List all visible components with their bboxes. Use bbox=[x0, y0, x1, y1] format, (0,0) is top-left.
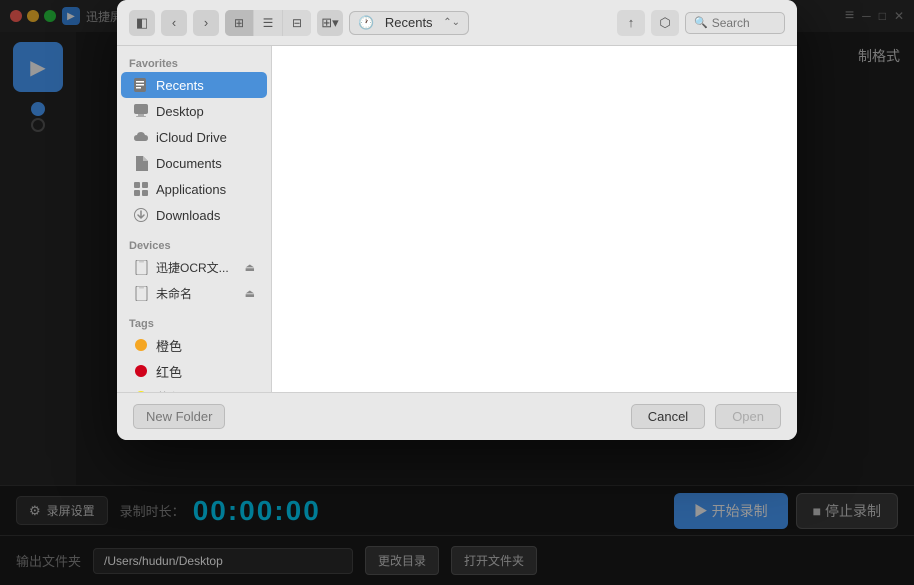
sidebar-item-desktop[interactable]: Desktop bbox=[121, 98, 267, 124]
device-icon-2 bbox=[133, 285, 149, 301]
sidebar-item-documents[interactable]: Documents bbox=[121, 150, 267, 176]
sidebar-item-tag-red[interactable]: 红色 bbox=[121, 358, 267, 384]
sidebar-item-applications[interactable]: Applications bbox=[121, 176, 267, 202]
location-bar[interactable]: 🕐 Recents ⌃⌄ bbox=[349, 11, 469, 35]
sidebar-toggle-icon: ◧ bbox=[136, 15, 148, 31]
share-button[interactable]: ↑ bbox=[617, 10, 645, 36]
tag-button[interactable]: ⬡ bbox=[651, 10, 679, 36]
sidebar-toggle-button[interactable]: ◧ bbox=[129, 10, 155, 36]
search-input[interactable] bbox=[712, 16, 782, 30]
sidebar-item-tag-yellow[interactable]: 黄色 bbox=[121, 384, 267, 392]
share-icon: ↑ bbox=[628, 15, 635, 30]
view-mode-group: ⊞ ☰ ⊟ bbox=[225, 10, 311, 36]
location-chevron-icon: ⌃⌄ bbox=[443, 17, 460, 28]
device-label-2: 未命名 bbox=[156, 285, 192, 302]
tag-icon: ⬡ bbox=[659, 15, 670, 31]
sidebar-item-downloads[interactable]: Downloads bbox=[121, 202, 267, 228]
search-box: 🔍 bbox=[685, 12, 785, 34]
sidebar-item-tag-orange[interactable]: 橙色 bbox=[121, 332, 267, 358]
grid-icon: ⊞ bbox=[234, 16, 244, 30]
dialog-footer: New Folder Cancel Open bbox=[117, 392, 797, 440]
location-text: Recents bbox=[378, 15, 439, 30]
view-list-button[interactable]: ☰ bbox=[254, 10, 282, 36]
icloud-label: iCloud Drive bbox=[156, 130, 227, 145]
columns-icon: ⊟ bbox=[292, 16, 302, 30]
forward-button[interactable]: › bbox=[193, 10, 219, 36]
downloads-label: Downloads bbox=[156, 208, 220, 223]
cancel-button[interactable]: Cancel bbox=[631, 404, 705, 429]
view-columns-button[interactable]: ⊟ bbox=[283, 10, 311, 36]
forward-icon: › bbox=[204, 15, 208, 30]
tag-orange-icon bbox=[133, 337, 149, 353]
file-picker-dialog: ◧ ‹ › ⊞ ☰ ⊟ ⊞▾ bbox=[117, 0, 797, 440]
desktop-label: Desktop bbox=[156, 104, 204, 119]
documents-label: Documents bbox=[156, 156, 222, 171]
applications-label: Applications bbox=[156, 182, 226, 197]
location-file-icon: 🕐 bbox=[358, 15, 374, 31]
tags-section-label: Tags bbox=[117, 314, 271, 332]
sidebar-item-recents[interactable]: Recents bbox=[121, 72, 267, 98]
view-icons-button[interactable]: ⊞ bbox=[225, 10, 253, 36]
view-options-icon: ⊞▾ bbox=[321, 15, 338, 31]
device-label-1: 迅捷OCR文... bbox=[156, 259, 229, 276]
dialog-body: Favorites Recents bbox=[117, 46, 797, 392]
recents-label: Recents bbox=[156, 78, 204, 93]
dialog-sidebar: Favorites Recents bbox=[117, 46, 272, 392]
tag-red-icon bbox=[133, 363, 149, 379]
icloud-icon bbox=[133, 129, 149, 145]
downloads-icon bbox=[133, 207, 149, 223]
sidebar-item-xunjie[interactable]: 迅捷OCR文... ⏏ bbox=[121, 254, 267, 280]
back-icon: ‹ bbox=[172, 15, 176, 30]
sidebar-item-icloud[interactable]: iCloud Drive bbox=[121, 124, 267, 150]
dialog-toolbar: ◧ ‹ › ⊞ ☰ ⊟ ⊞▾ bbox=[117, 0, 797, 46]
documents-icon bbox=[133, 155, 149, 171]
devices-section-label: Devices bbox=[117, 236, 271, 254]
device-icon-1 bbox=[133, 259, 149, 275]
search-icon: 🔍 bbox=[694, 16, 708, 29]
tag-red-label: 红色 bbox=[156, 362, 182, 381]
back-button[interactable]: ‹ bbox=[161, 10, 187, 36]
modal-overlay: ◧ ‹ › ⊞ ☰ ⊟ ⊞▾ bbox=[0, 0, 914, 585]
eject-icon-2[interactable]: ⏏ bbox=[245, 287, 255, 300]
tag-orange-label: 橙色 bbox=[156, 336, 182, 355]
applications-icon bbox=[133, 181, 149, 197]
eject-icon-1[interactable]: ⏏ bbox=[245, 261, 255, 274]
file-browser-area bbox=[272, 46, 797, 392]
open-button[interactable]: Open bbox=[715, 404, 781, 429]
recents-icon bbox=[133, 77, 149, 93]
desktop-icon bbox=[133, 103, 149, 119]
favorites-section-label: Favorites bbox=[117, 54, 271, 72]
list-icon: ☰ bbox=[263, 16, 274, 30]
view-options-button[interactable]: ⊞▾ bbox=[317, 10, 343, 36]
sidebar-item-unnamed[interactable]: 未命名 ⏏ bbox=[121, 280, 267, 306]
new-folder-button[interactable]: New Folder bbox=[133, 404, 225, 429]
